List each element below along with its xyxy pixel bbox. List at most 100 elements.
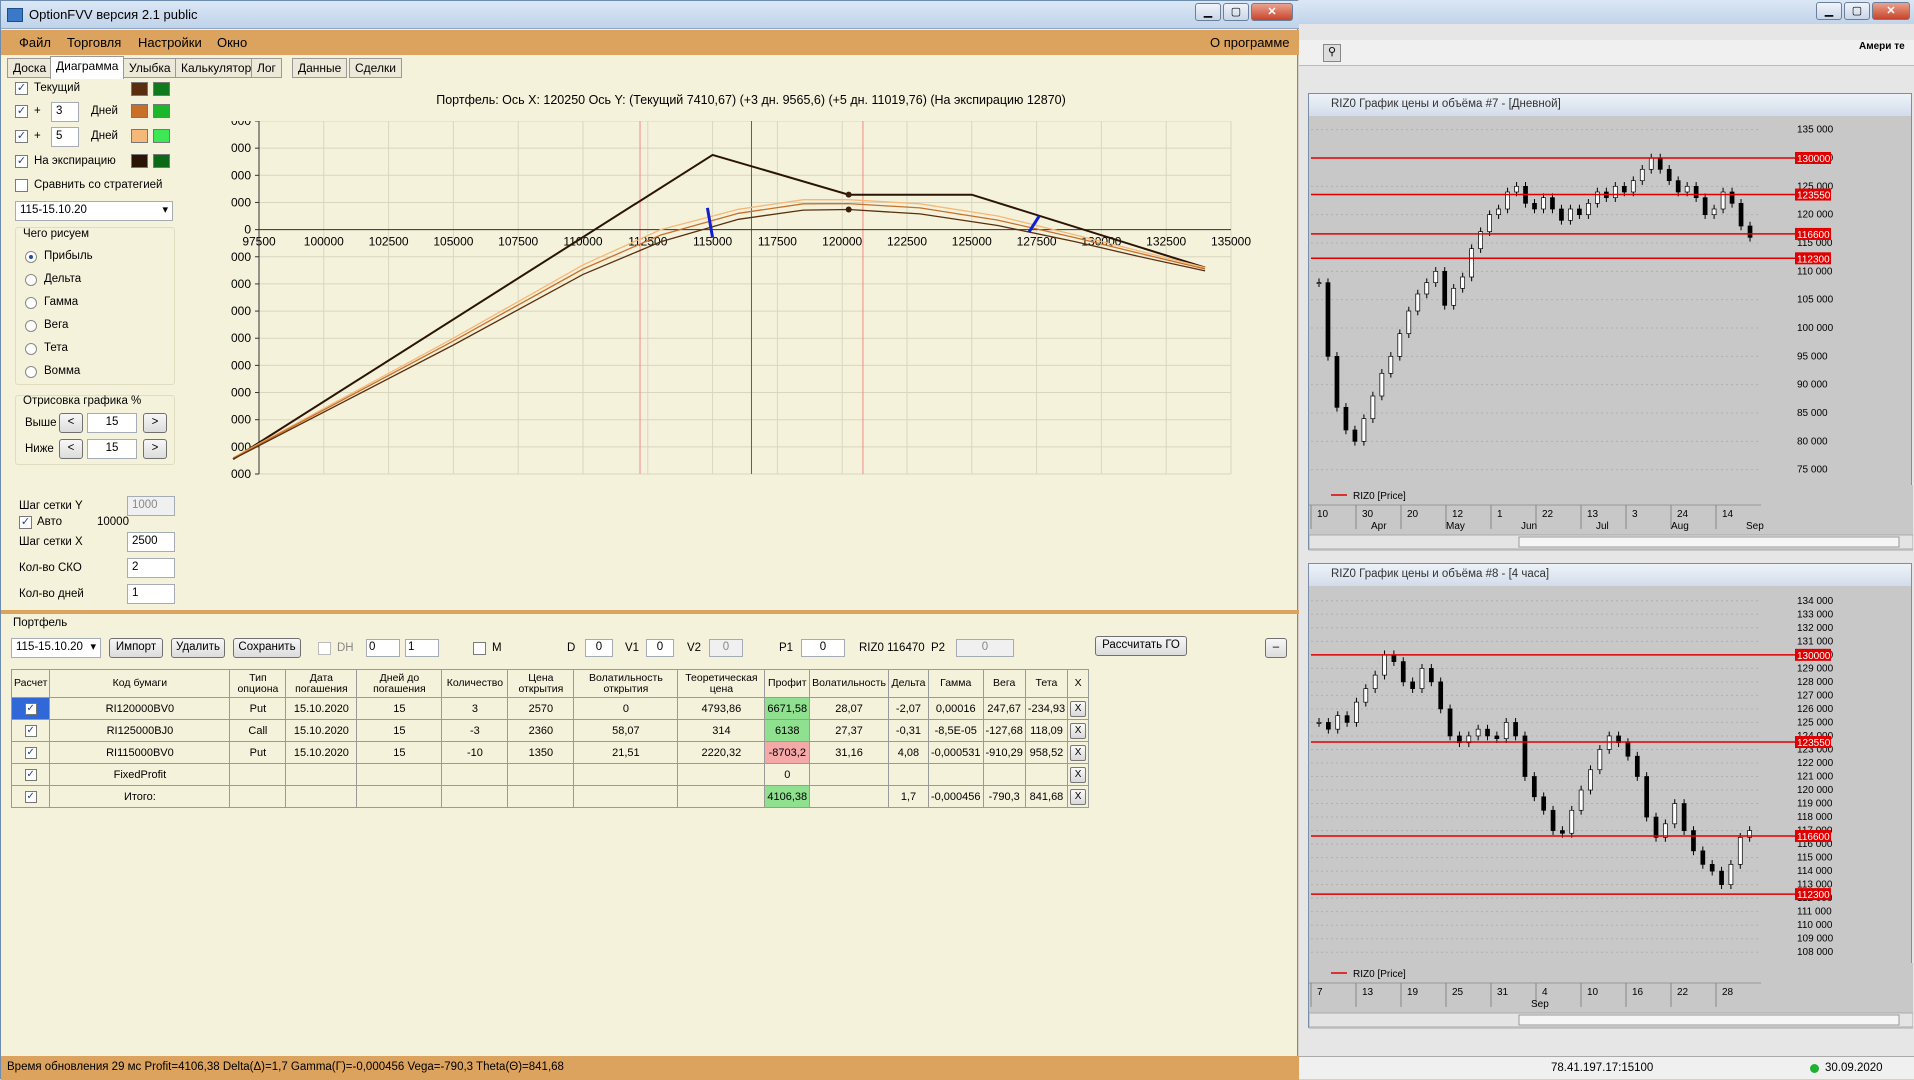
column-header[interactable]: Гамма xyxy=(927,669,984,698)
right-minimize-button[interactable]: ▁ xyxy=(1816,2,1842,20)
plus5-color-2[interactable] xyxy=(153,129,170,143)
tab-board[interactable]: Доска xyxy=(7,58,53,78)
plus3-checkbox[interactable]: ✓ xyxy=(15,105,28,118)
column-header[interactable]: Код бумаги xyxy=(49,669,231,698)
right-close-button[interactable]: ✕ xyxy=(1872,2,1910,20)
row-calc-checkbox[interactable]: ✓ xyxy=(10,741,51,764)
column-header[interactable]: Волатильность открытия xyxy=(573,669,679,698)
table-cell xyxy=(441,763,509,786)
column-header[interactable]: Волатильность xyxy=(809,669,889,698)
calc-go-button[interactable]: Рассчитать ГО xyxy=(1095,636,1187,656)
current-color-2[interactable] xyxy=(153,82,170,96)
plus5-days-input[interactable]: 5 xyxy=(51,127,79,147)
close-button[interactable]: ✕ xyxy=(1251,3,1293,21)
maximize-button[interactable]: ▢ xyxy=(1223,3,1249,21)
plus3-color-1[interactable] xyxy=(131,104,148,118)
portfolio-select[interactable]: 115-15.10.20 xyxy=(11,638,101,658)
column-header[interactable]: Количество xyxy=(441,669,509,698)
strategy-select[interactable]: 115-15.10.20 xyxy=(15,201,173,221)
toolbar-tool-icon[interactable]: ⚲ xyxy=(1323,44,1341,62)
remove-row-button[interactable]: X xyxy=(1070,722,1087,739)
radio-profit[interactable] xyxy=(25,251,37,263)
collapse-button[interactable]: – xyxy=(1265,638,1287,658)
right-maximize-button[interactable]: ▢ xyxy=(1844,2,1870,20)
current-checkbox[interactable]: ✓ xyxy=(15,82,28,95)
below-increase-button[interactable]: > xyxy=(143,439,167,459)
expiration-color-1[interactable] xyxy=(131,154,148,168)
row-calc-checkbox[interactable]: ✓ xyxy=(10,785,51,808)
column-header[interactable]: Дата погашения xyxy=(285,669,358,698)
below-decrease-button[interactable]: < xyxy=(59,439,83,459)
above-increase-button[interactable]: > xyxy=(143,413,167,433)
row-calc-checkbox[interactable]: ✓ xyxy=(10,763,51,786)
column-header[interactable]: Профит xyxy=(764,669,811,698)
expiration-color-2[interactable] xyxy=(153,154,170,168)
plus3-color-2[interactable] xyxy=(153,104,170,118)
days-count-input[interactable]: 1 xyxy=(127,584,175,604)
menu-settings[interactable]: Настройки xyxy=(138,35,202,50)
grid-y-input[interactable]: 1000 xyxy=(127,496,175,516)
above-decrease-button[interactable]: < xyxy=(59,413,83,433)
remove-row-button[interactable]: X xyxy=(1070,744,1087,761)
radio-gamma[interactable] xyxy=(25,297,37,309)
delete-button[interactable]: Удалить xyxy=(171,638,225,658)
save-button[interactable]: Сохранить xyxy=(233,638,301,658)
plus5-checkbox[interactable]: ✓ xyxy=(15,130,28,143)
column-header[interactable]: Расчет xyxy=(10,669,51,698)
row-calc-checkbox[interactable]: ✓ xyxy=(10,719,51,742)
radio-theta[interactable] xyxy=(25,343,37,355)
tab-calculator[interactable]: Калькулятор xyxy=(175,58,258,78)
remove-row-button[interactable]: X xyxy=(1070,788,1087,805)
splitter[interactable] xyxy=(1,610,1299,614)
dh-checkbox[interactable] xyxy=(318,642,331,655)
p1-input[interactable]: 0 xyxy=(801,639,845,657)
tab-log[interactable]: Лог xyxy=(251,58,282,78)
v1-input[interactable]: 0 xyxy=(646,639,674,657)
column-header[interactable]: Тип опциона xyxy=(229,669,287,698)
table-row[interactable]: ✓ Итого: 4106,38 1,7 -0,000456 -790,3 841,68 X xyxy=(10,785,1090,808)
table-row[interactable]: ✓ RI115000BV0 Put 15.10.2020 15 -10 1350 21,51 2… xyxy=(10,741,1090,764)
remove-row-button[interactable]: X xyxy=(1070,700,1087,717)
tab-deals[interactable]: Сделки xyxy=(349,58,402,78)
menu-file[interactable]: Файл xyxy=(19,35,51,50)
table-row[interactable]: ✓ RI120000BV0 Put 15.10.2020 15 3 2570 0 4793,86… xyxy=(10,697,1090,720)
radio-vomma[interactable] xyxy=(25,366,37,378)
expiration-checkbox[interactable]: ✓ xyxy=(15,155,28,168)
column-header[interactable]: Дней до погашения xyxy=(356,669,443,698)
menu-window[interactable]: Окно xyxy=(217,35,247,50)
plus5-color-1[interactable] xyxy=(131,129,148,143)
remove-row-button[interactable]: X xyxy=(1070,766,1087,783)
above-input[interactable]: 15 xyxy=(87,413,137,433)
m-checkbox[interactable] xyxy=(473,642,486,655)
compare-checkbox[interactable] xyxy=(15,179,28,192)
auto-checkbox[interactable]: ✓ xyxy=(19,516,32,529)
column-header[interactable]: Вега xyxy=(982,669,1026,698)
dh-stepper-1[interactable]: 0 xyxy=(366,639,400,657)
sko-input[interactable]: 2 xyxy=(127,558,175,578)
dh-stepper-2[interactable]: 1 xyxy=(405,639,439,657)
current-color-1[interactable] xyxy=(131,82,148,96)
menu-trading[interactable]: Торговля xyxy=(67,35,121,50)
grid-x-input[interactable]: 2500 xyxy=(127,532,175,552)
table-row[interactable]: ✓ FixedProfit 0 X xyxy=(10,763,1090,786)
column-header[interactable]: Дельта xyxy=(887,669,929,698)
menu-about[interactable]: О программе xyxy=(1210,35,1290,50)
import-button[interactable]: Импорт xyxy=(109,638,163,658)
v2-input[interactable]: 0 xyxy=(709,639,743,657)
p2-input[interactable]: 0 xyxy=(956,639,1014,657)
column-header[interactable]: Цена открытия xyxy=(507,669,575,698)
d-input[interactable]: 0 xyxy=(585,639,613,657)
tab-data[interactable]: Данные xyxy=(292,58,348,78)
column-header[interactable]: Тета xyxy=(1024,669,1069,698)
table-row[interactable]: ✓ RI125000BJ0 Call 15.10.2020 15 -3 2360 58,07 3… xyxy=(10,719,1090,742)
below-input[interactable]: 15 xyxy=(87,439,137,459)
row-calc-checkbox[interactable]: ✓ xyxy=(10,697,51,720)
radio-vega[interactable] xyxy=(25,320,37,332)
plus3-days-input[interactable]: 3 xyxy=(51,102,79,122)
tab-diagram[interactable]: Диаграмма xyxy=(50,56,125,79)
column-header[interactable]: X xyxy=(1067,669,1090,698)
radio-delta[interactable] xyxy=(25,274,37,286)
column-header[interactable]: Теоретическая цена xyxy=(677,669,766,698)
minimize-button[interactable]: ▁ xyxy=(1195,3,1221,21)
tab-smile[interactable]: Улыбка xyxy=(123,58,177,78)
